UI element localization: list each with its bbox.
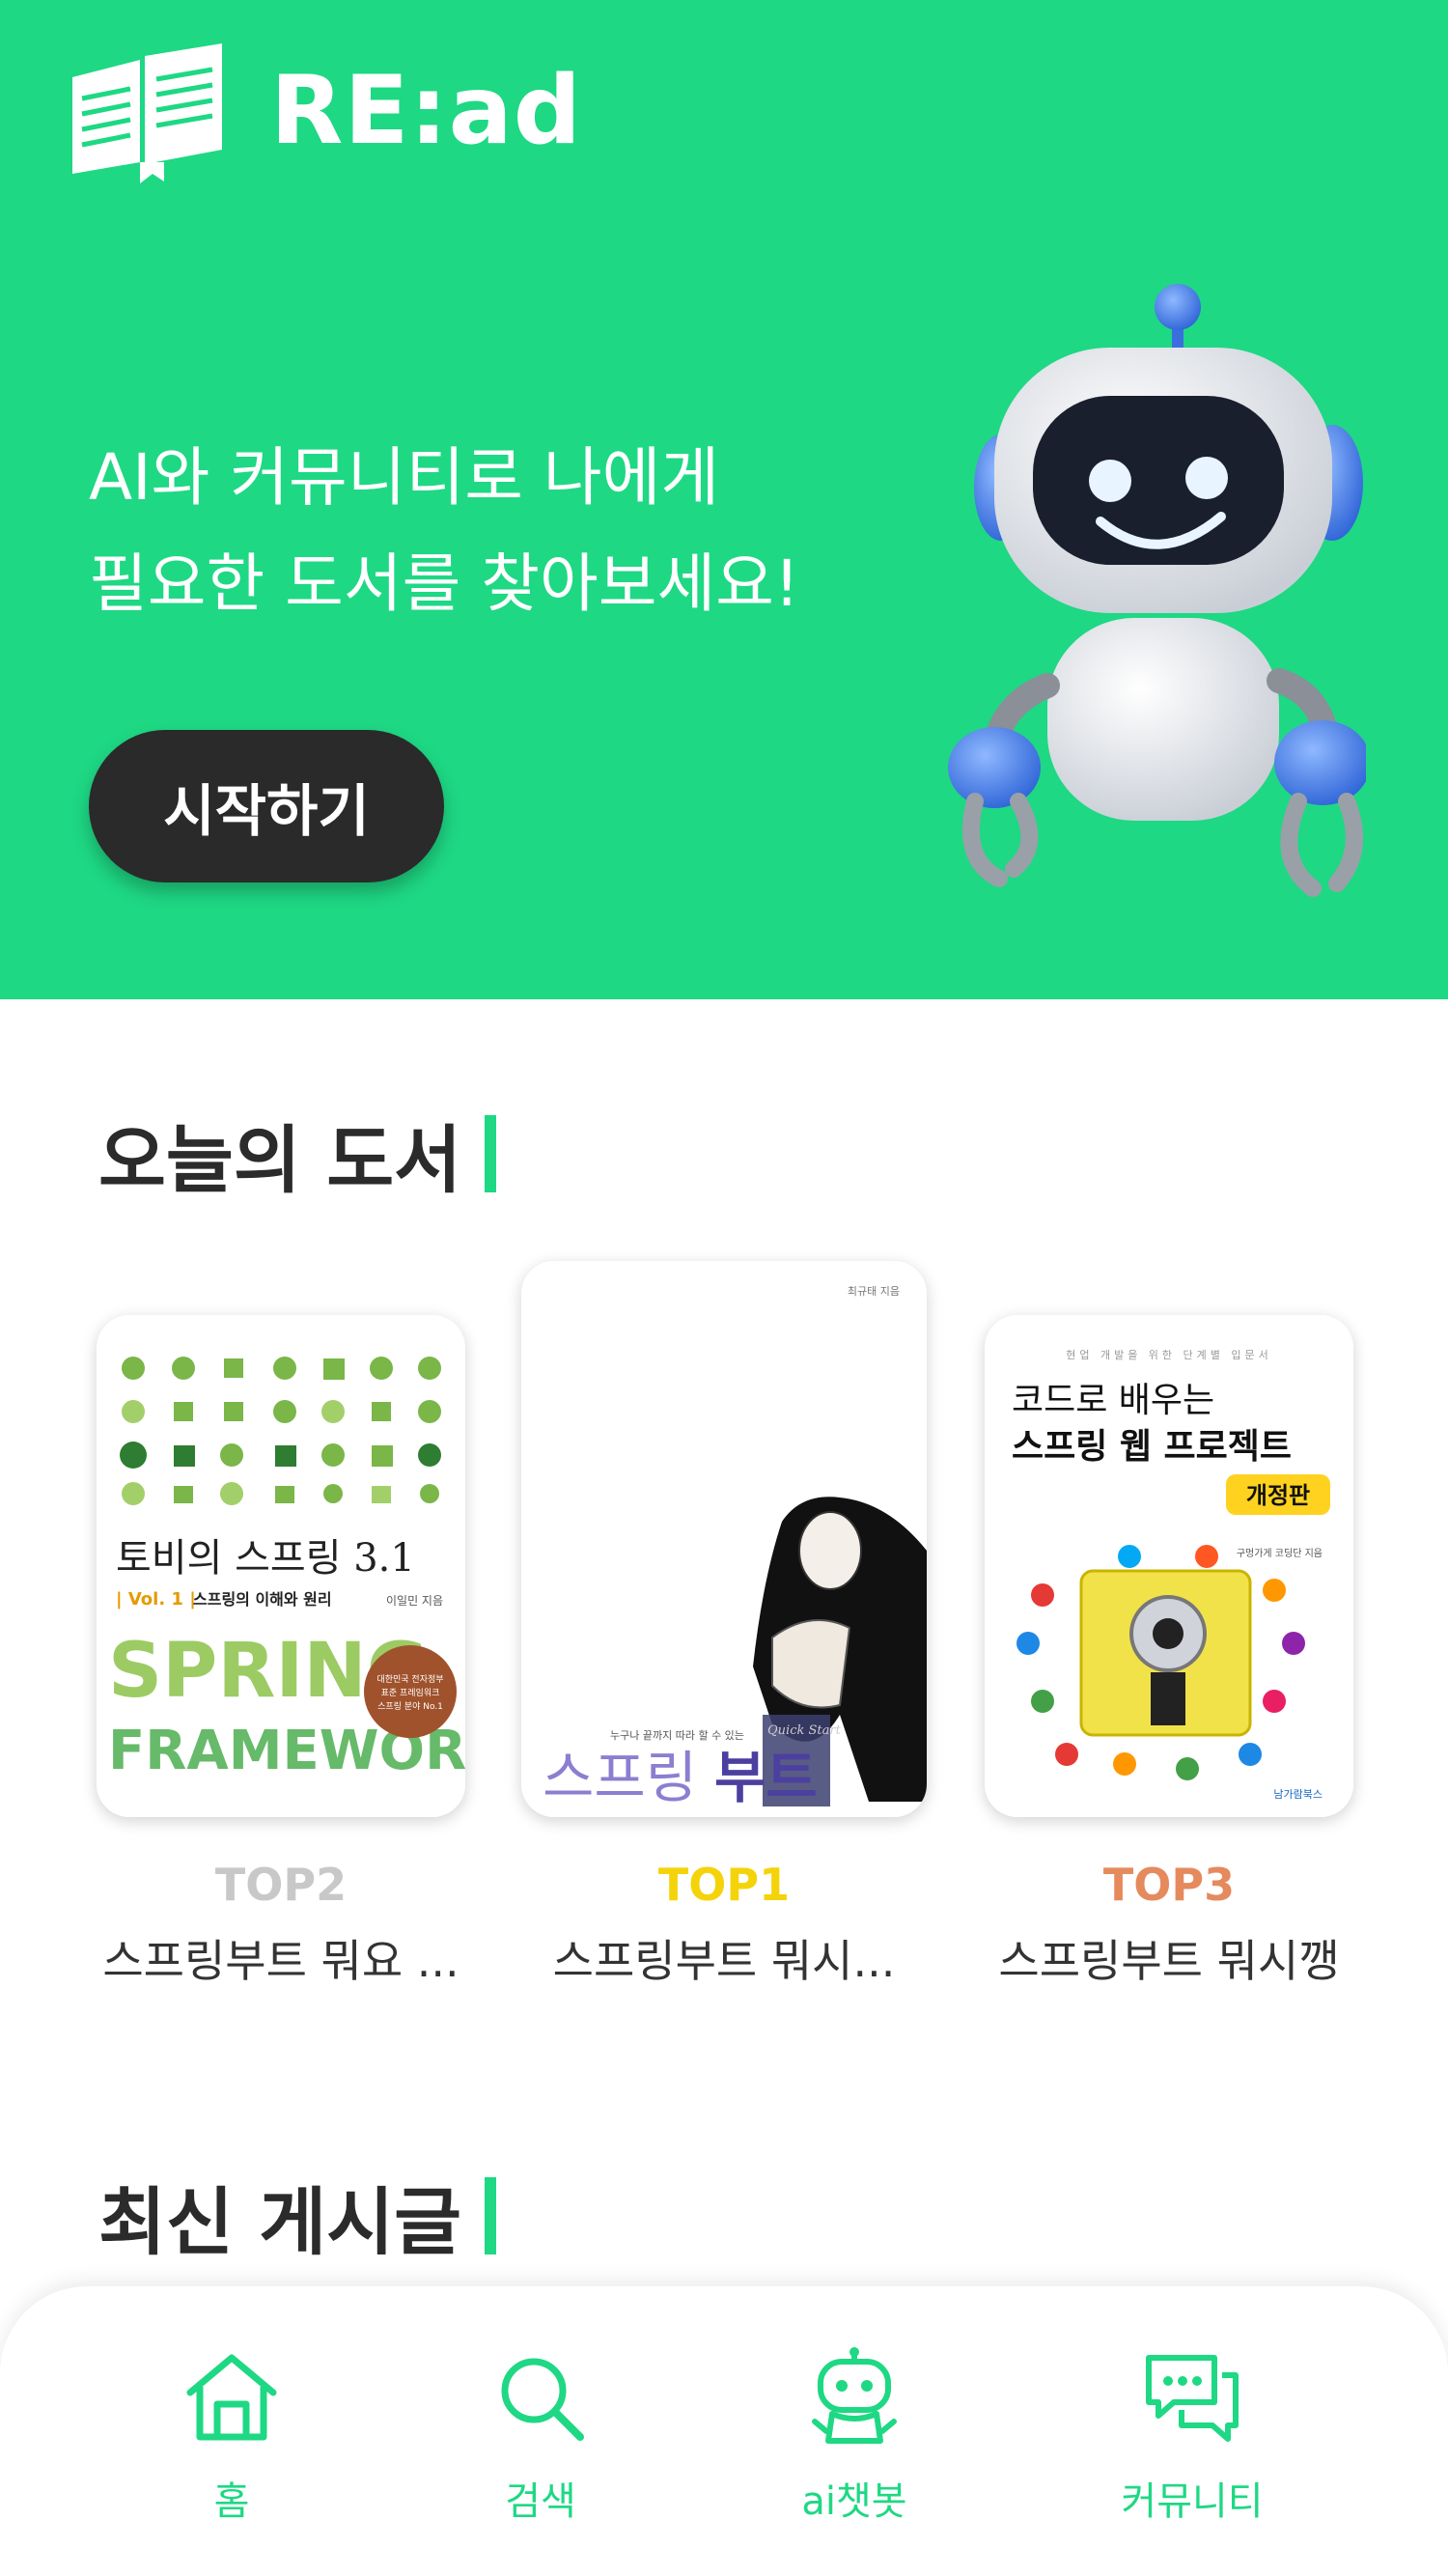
book-title-top3[interactable]: 스프링부트 뭐시깽 <box>965 1926 1373 1990</box>
rank-label-top2: TOP2 <box>214 1859 348 1911</box>
hero-headline: AI와 커뮤니티로 나에게 필요한 도서를 찾아보세요! <box>89 425 958 637</box>
nav-item-ai-chatbot[interactable]: ai챗봇 <box>729 2344 980 2537</box>
home-icon <box>186 2354 277 2441</box>
book-title-top1[interactable]: 스프링부트 뭐시... <box>512 1926 936 1990</box>
svg-text:스프링: 스프링 <box>543 1745 697 1810</box>
nav-item-search[interactable]: 검색 <box>415 2344 666 2537</box>
title-accent-bar <box>485 1115 497 1192</box>
hero-line-2: 필요한 도서를 찾아보세요! <box>89 546 800 621</box>
svg-text:부트: 부트 <box>714 1745 818 1810</box>
today-books-title: 오늘의 도서 <box>98 1117 462 1203</box>
book-cover-code-spring-web: 현업 개발을 위한 단계별 입문서 코드로 배우는 스프링 웹 프로젝트 개정판… <box>985 1315 1353 1817</box>
nav-label-community: 커뮤니티 <box>1121 2479 1264 2524</box>
chat-icon <box>1146 2355 1239 2442</box>
svg-text:스프링의 이해와 원리: 스프링의 이해와 원리 <box>193 1590 332 1609</box>
robot-icon <box>812 2347 897 2444</box>
book-card-top3[interactable]: 현업 개발을 위한 단계별 입문서 코드로 배우는 스프링 웹 프로젝트 개정판… <box>985 1315 1353 1817</box>
title-accent-bar <box>485 2177 497 2254</box>
robot-mascot-illustration <box>948 284 1366 897</box>
home-screen: RE:ad AI와 커뮤니티로 나에게 필요한 도서를 찾아보세요! 시작하기 <box>0 0 1448 2576</box>
latest-posts-title: 최신 게시글 <box>98 2179 462 2265</box>
book-cover-spring-boot: 최규태 지음 누구나 끝까지 따라 할 수 있는 Quick Start 스프링… <box>521 1261 927 1817</box>
svg-text:스프링 분야 No.1: 스프링 분야 No.1 <box>377 1700 443 1712</box>
svg-text:남가람북스: 남가람북스 <box>1273 1788 1323 1801</box>
search-icon <box>501 2358 584 2441</box>
books-logo-icon <box>72 43 222 183</box>
book-card-top2[interactable]: 토비의 스프링 3.1 | Vol. 1 | 스프링의 이해와 원리 이일민 지… <box>97 1315 465 1817</box>
svg-text:Quick Start: Quick Start <box>767 1723 842 1738</box>
svg-text:| Vol. 1 |: | Vol. 1 | <box>116 1589 196 1610</box>
svg-text:개정판: 개정판 <box>1246 1482 1310 1509</box>
book-title-top2[interactable]: 스프링부트 뭐요 ... <box>77 1926 485 1990</box>
svg-text:표준 프레임워크: 표준 프레임워크 <box>381 1687 440 1698</box>
latest-posts-heading: 최신 게시글 <box>98 2163 497 2269</box>
hero-line-1: AI와 커뮤니티로 나에게 <box>89 440 720 515</box>
start-button[interactable]: 시작하기 <box>89 730 444 882</box>
svg-text:코드로 배우는: 코드로 배우는 <box>1012 1381 1214 1420</box>
svg-text:최규태 지음: 최규태 지음 <box>848 1285 900 1298</box>
app-logo[interactable]: RE:ad <box>68 39 582 183</box>
svg-text:대한민국 전자정부: 대한민국 전자정부 <box>376 1674 443 1685</box>
today-books-heading: 오늘의 도서 <box>98 1101 497 1207</box>
rank-label-top3: TOP3 <box>1102 1859 1236 1911</box>
bottom-navigation: 홈 검색 ai챗봇 커뮤니티 <box>0 2286 1448 2576</box>
app-name: RE:ad <box>270 56 582 166</box>
svg-text:누구나 끝까지 따라 할 수 있는: 누구나 끝까지 따라 할 수 있는 <box>610 1729 744 1742</box>
book-cover-toby-spring: 토비의 스프링 3.1 | Vol. 1 | 스프링의 이해와 원리 이일민 지… <box>97 1315 465 1817</box>
nav-label-search: 검색 <box>505 2479 576 2524</box>
nav-label-ai-chatbot: ai챗봇 <box>801 2479 907 2524</box>
svg-text:토비의 스프링 3.1: 토비의 스프링 3.1 <box>116 1536 415 1581</box>
svg-text:현업 개발을 위한 단계별 입문서: 현업 개발을 위한 단계별 입문서 <box>1066 1349 1272 1361</box>
hero-banner: RE:ad AI와 커뮤니티로 나에게 필요한 도서를 찾아보세요! 시작하기 <box>0 0 1448 999</box>
nav-item-home[interactable]: 홈 <box>106 2344 357 2537</box>
nav-item-community[interactable]: 커뮤니티 <box>1067 2344 1318 2537</box>
svg-text:이일민 지음: 이일민 지음 <box>386 1594 443 1608</box>
nav-label-home: 홈 <box>213 2479 250 2524</box>
book-card-top1[interactable]: 최규태 지음 누구나 끝까지 따라 할 수 있는 Quick Start 스프링… <box>521 1261 927 1817</box>
svg-text:스프링 웹 프로젝트: 스프링 웹 프로젝트 <box>1012 1427 1292 1467</box>
svg-text:구멍가게 코딩단 지음: 구멍가게 코딩단 지음 <box>1237 1548 1323 1559</box>
rank-label-top1: TOP1 <box>657 1859 791 1911</box>
